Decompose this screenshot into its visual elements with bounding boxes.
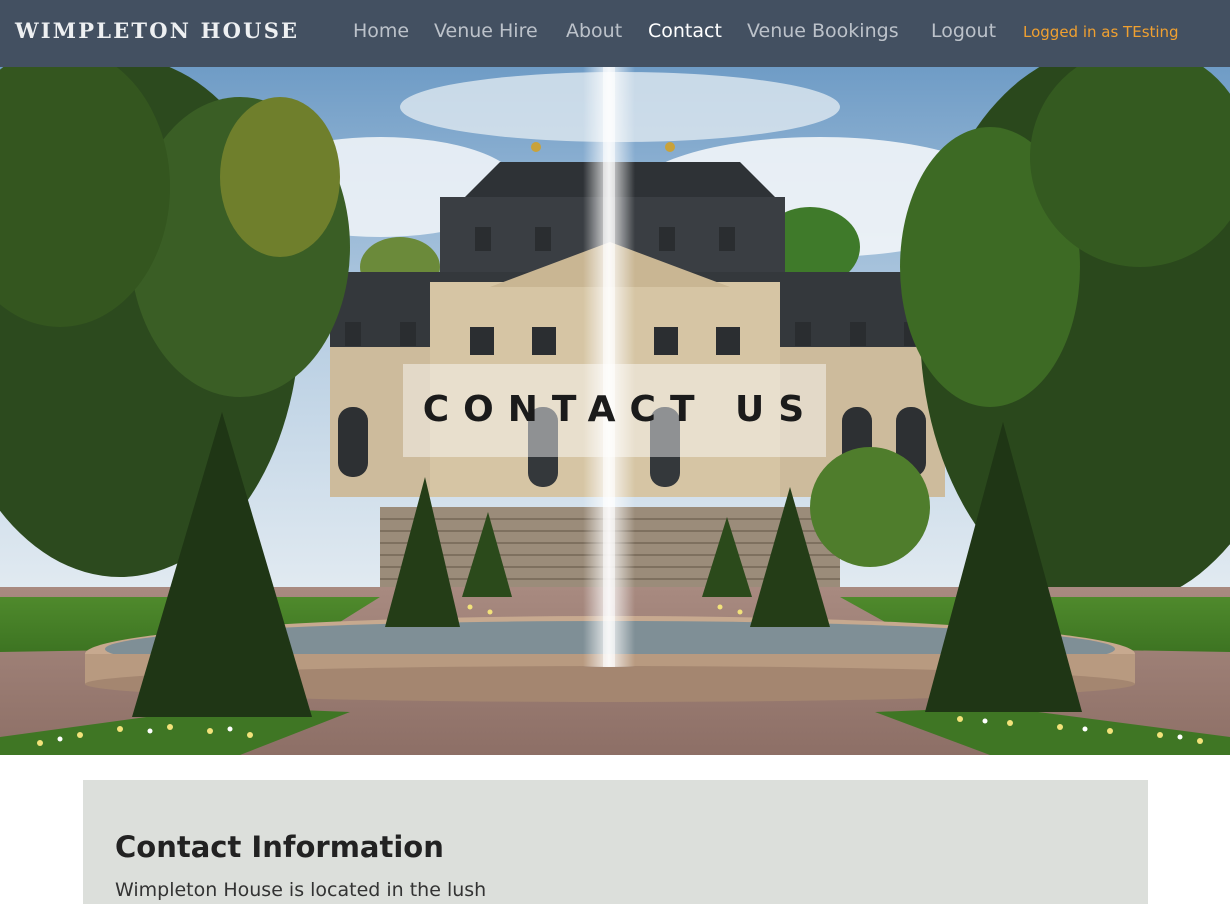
login-status: Logged in as TEsting — [1023, 23, 1179, 41]
nav-link-venue-bookings[interactable]: Venue Bookings — [747, 20, 899, 42]
contact-info-card: Contact Information Wimpleton House is l… — [83, 780, 1148, 904]
navbar: WIMPLETON HOUSE Home Venue Hire About Co… — [0, 0, 1230, 67]
nav-link-about[interactable]: About — [566, 20, 622, 42]
hero-banner: CONTACT US — [0, 67, 1230, 755]
page-title: CONTACT US — [422, 389, 819, 430]
contact-info-text: Wimpleton House is located in the lush — [115, 879, 487, 901]
hero-title-box: CONTACT US — [403, 364, 826, 457]
brand-logo[interactable]: WIMPLETON HOUSE — [15, 18, 299, 43]
nav-link-venue-hire[interactable]: Venue Hire — [434, 20, 538, 42]
nav-link-home[interactable]: Home — [353, 20, 409, 42]
nav-link-contact[interactable]: Contact — [648, 20, 722, 42]
nav-link-logout[interactable]: Logout — [931, 20, 996, 42]
contact-info-heading: Contact Information — [115, 830, 444, 864]
